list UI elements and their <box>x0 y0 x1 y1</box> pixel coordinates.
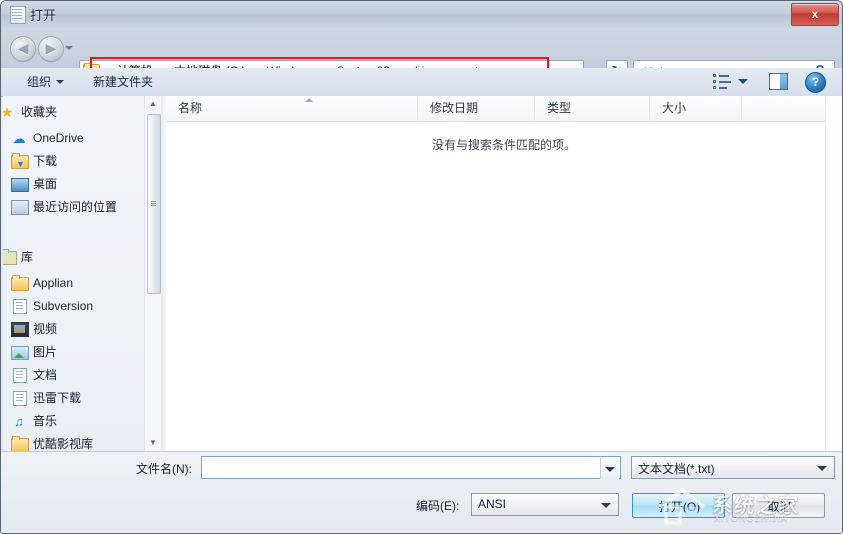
sidebar-scrollbar[interactable]: ▲ ▼ <box>144 96 161 451</box>
new-folder-button[interactable]: 新建文件夹 <box>89 73 157 91</box>
sidebar-scrollbar-thumb[interactable] <box>147 114 161 294</box>
sidebar-item-label: 视频 <box>33 322 58 336</box>
organize-button[interactable]: 组织 <box>23 73 68 91</box>
sort-ascending-icon <box>305 98 314 104</box>
document-icon <box>13 391 27 406</box>
folder-icon <box>11 275 29 291</box>
open-button[interactable]: 打开(O) <box>632 493 725 518</box>
column-header-type[interactable]: 类型 <box>535 96 650 121</box>
file-list-pane: 名称 修改日期 类型 大小 没有与搜索条件匹配的项。 <box>166 96 842 451</box>
open-button-label: 打开(O) <box>658 500 701 514</box>
scroll-down-icon[interactable]: ▼ <box>145 435 161 451</box>
column-header-size[interactable]: 大小 <box>650 96 742 121</box>
download-folder-icon <box>11 153 29 175</box>
close-button[interactable]: x <box>791 3 839 26</box>
star-icon: ★ <box>3 105 15 120</box>
encoding-select[interactable]: ANSI <box>471 493 619 516</box>
chevron-down-icon <box>601 503 611 509</box>
chevron-down-icon <box>56 80 65 84</box>
cloud-icon: ☁ <box>12 131 26 146</box>
back-arrow-icon: ◀ <box>17 40 29 56</box>
notepad-icon <box>10 6 26 24</box>
dialog-footer: 文件名(N): 文本文档(*.txt) 编码(E): ANSI 打开(O) 取消 <box>1 451 842 533</box>
sidebar-item-label: 最近访问的位置 <box>33 200 118 214</box>
back-button[interactable]: ◀ <box>10 36 36 62</box>
sidebar-item-label: 桌面 <box>33 177 58 191</box>
sidebar-item-label: OneDrive <box>33 131 84 145</box>
window-title: 打开 <box>30 8 57 23</box>
document-icon <box>13 368 27 383</box>
toolbar: 组织 新建文件夹 ? <box>1 68 842 97</box>
column-header-date-modified[interactable]: 修改日期 <box>418 96 535 121</box>
picture-icon <box>11 346 29 360</box>
chevron-down-icon <box>817 466 827 472</box>
sidebar-group-label: 库 <box>21 250 34 264</box>
recent-places-icon <box>11 200 29 215</box>
column-header-row: 名称 修改日期 类型 大小 <box>166 96 842 122</box>
file-list-scrollbar[interactable] <box>825 96 842 451</box>
sidebar-item-label: 图片 <box>33 345 58 359</box>
sidebar-item-label: 文档 <box>33 368 58 382</box>
encoding-value: ANSI <box>478 497 507 511</box>
empty-results-message: 没有与搜索条件匹配的项。 <box>431 138 576 152</box>
filename-dropdown-icon[interactable] <box>600 458 619 479</box>
sidebar-item-label: 音乐 <box>33 414 58 428</box>
column-header-name[interactable]: 名称 <box>166 96 418 121</box>
sidebar-item-label: 下载 <box>33 154 58 168</box>
organize-label: 组织 <box>27 75 52 89</box>
filename-input[interactable] <box>201 456 621 479</box>
cancel-button-label: 取消 <box>767 500 792 514</box>
open-file-dialog: 打开 x ◀ ▶ ▸ 计算机 ▸ 本地磁盘 (C:) ▸ Windows ▸ S… <box>0 0 843 534</box>
scroll-up-icon[interactable]: ▲ <box>145 96 161 112</box>
cancel-button[interactable]: 取消 <box>732 493 825 518</box>
title-bar: 打开 x <box>1 1 842 29</box>
filename-label: 文件名(N): <box>136 462 192 476</box>
view-options-dropdown-icon[interactable] <box>738 79 748 85</box>
close-icon: x <box>811 7 819 21</box>
help-icon[interactable]: ? <box>805 72 826 93</box>
library-icon <box>3 249 17 265</box>
sidebar-item-label: Subversion <box>33 299 94 313</box>
list-view-icon[interactable] <box>713 73 731 91</box>
navigation-bar: ◀ ▶ ▸ 计算机 ▸ 本地磁盘 (C:) ▸ Windows ▸ System… <box>1 28 842 85</box>
sidebar-item-label: Applian <box>33 276 74 290</box>
video-icon <box>11 322 29 337</box>
sidebar-item-label: 优酷影视库 <box>33 437 94 451</box>
document-icon <box>13 299 27 314</box>
file-type-select[interactable]: 文本文档(*.txt) <box>631 456 835 479</box>
folder-icon <box>11 436 29 451</box>
sidebar-group-label: 收藏夹 <box>21 105 58 119</box>
navigation-pane: ★ 收藏夹 ☁ OneDrive 下载 桌面 最近访问的位置 库 Applian <box>3 96 161 451</box>
forward-button[interactable]: ▶ <box>38 36 64 62</box>
forward-arrow-icon: ▶ <box>45 40 57 56</box>
desktop-icon <box>11 178 29 192</box>
file-type-value: 文本文档(*.txt) <box>638 462 715 476</box>
music-icon: ♫ <box>14 414 24 429</box>
sidebar-item-label: 迅雷下载 <box>33 391 82 405</box>
encoding-label: 编码(E): <box>416 499 460 513</box>
history-dropdown-icon[interactable] <box>65 44 74 53</box>
preview-pane-icon[interactable] <box>769 73 788 90</box>
